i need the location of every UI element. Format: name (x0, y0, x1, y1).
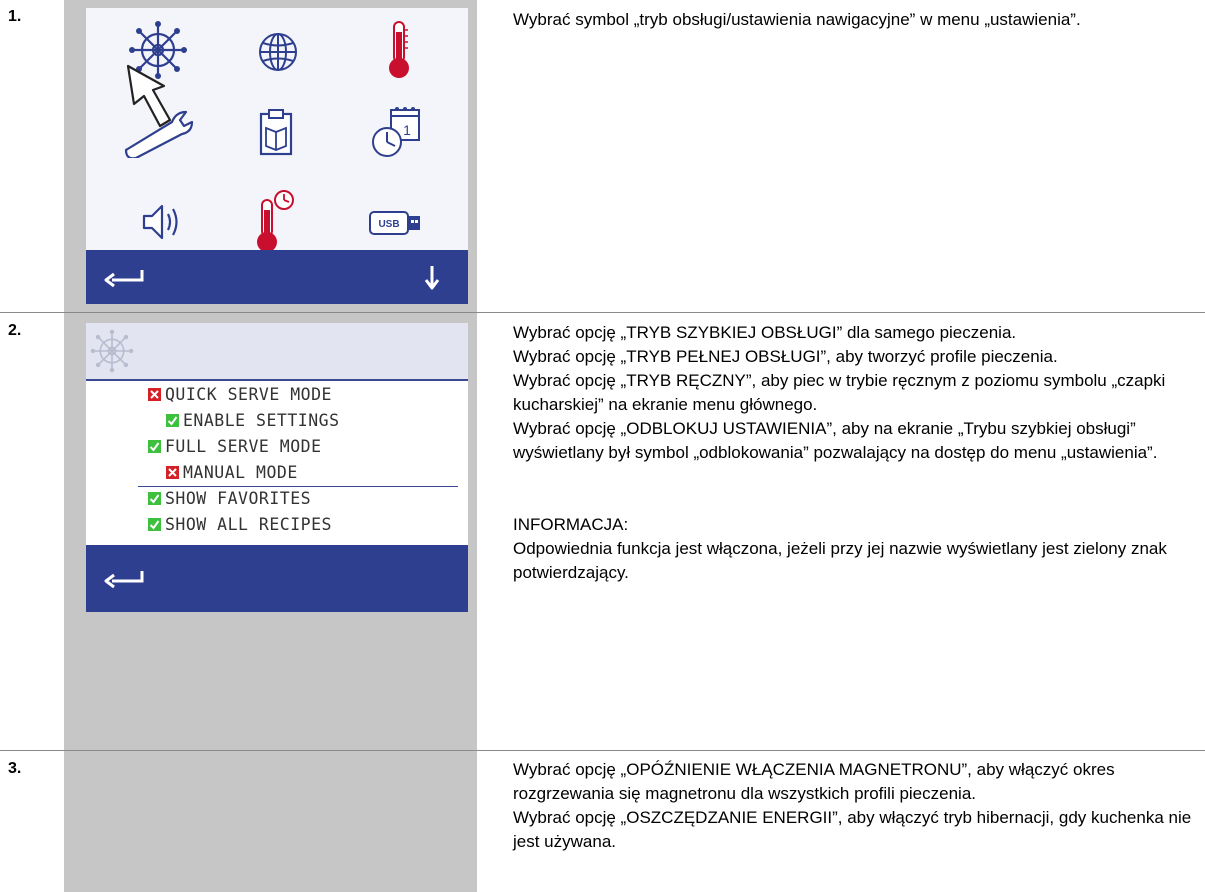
instruction-text: Wybrać opcję „TRYB PEŁNEJ OBSŁUGI”, aby … (513, 347, 1058, 366)
row-divider (0, 750, 1205, 751)
option-label: ENABLE SETTINGS (183, 411, 340, 430)
instruction-text: Wybrać opcję „TRYB SZYBKIEJ OBSŁUGI” dla… (513, 323, 1017, 342)
note-label: INFORMACJA: (513, 515, 629, 534)
usb-label: USB (378, 219, 399, 230)
speaker-icon[interactable] (140, 200, 190, 249)
option-label: MANUAL MODE (183, 463, 298, 482)
step-number: 3. (8, 760, 22, 777)
recipe-book-icon[interactable] (258, 108, 294, 161)
option-manual-mode[interactable]: MANUAL MODE (166, 463, 298, 482)
option-show-favorites[interactable]: SHOW FAVORITES (148, 489, 311, 508)
cross-icon (166, 466, 179, 479)
step3-instructions: Wybrać opcję „OPÓŹNIENIE WŁĄCZENIA MAGNE… (513, 758, 1203, 854)
instruction-text: Wybrać opcję „OSZCZĘDZANIE ENERGII”, aby… (513, 808, 1192, 851)
check-icon (148, 440, 161, 453)
step3-image-panel (64, 751, 477, 892)
option-show-all-recipes[interactable]: SHOW ALL RECIPES (148, 515, 332, 534)
options-divider (138, 486, 458, 487)
option-label: FULL SERVE MODE (165, 437, 322, 456)
screen2-header (86, 323, 468, 381)
row-divider (0, 312, 1205, 313)
thermometer-icon[interactable] (384, 18, 414, 87)
calendar-day: 1 (403, 122, 411, 138)
settings-menu-screen: 1 USB (86, 8, 468, 304)
note-text: Odpowiednia funkcja jest włączona, jeżel… (513, 539, 1167, 582)
globe-icon[interactable] (256, 30, 300, 79)
check-icon (148, 492, 161, 505)
step-number: 1. (8, 8, 22, 25)
option-full-serve-mode[interactable]: FULL SERVE MODE (148, 437, 322, 456)
option-enable-settings[interactable]: ENABLE SETTINGS (166, 411, 340, 430)
step-number: 2. (8, 322, 22, 339)
screen1-bottom-bar (86, 250, 468, 304)
usb-icon[interactable]: USB (368, 210, 424, 241)
cross-icon (148, 388, 161, 401)
option-label: SHOW ALL RECIPES (165, 515, 332, 534)
option-label: SHOW FAVORITES (165, 489, 312, 508)
option-quick-serve-mode[interactable]: QUICK SERVE MODE (148, 385, 332, 404)
instruction-text: Wybrać symbol „tryb obsługi/ustawienia n… (513, 10, 1081, 29)
step1-instructions: Wybrać symbol „tryb obsługi/ustawienia n… (513, 8, 1203, 32)
screen2-bottom-bar (86, 545, 468, 612)
instruction-text: Wybrać opcję „TRYB RĘCZNY”, aby piec w t… (513, 371, 1166, 414)
option-label: QUICK SERVE MODE (165, 385, 332, 404)
check-icon (166, 414, 179, 427)
instruction-text: Wybrać opcję „OPÓŹNIENIE WŁĄCZENIA MAGNE… (513, 760, 1115, 803)
service-mode-screen: QUICK SERVE MODE ENABLE SETTINGS FULL SE… (86, 323, 468, 612)
step2-instructions: Wybrać opcję „TRYB SZYBKIEJ OBSŁUGI” dla… (513, 321, 1203, 585)
instruction-text: Wybrać opcję „ODBLOKUJ USTAWIENIA”, aby … (513, 419, 1158, 462)
down-arrow-icon[interactable] (422, 264, 442, 297)
back-arrow-icon[interactable] (102, 266, 148, 295)
back-arrow-icon[interactable] (102, 567, 148, 596)
wrench-icon[interactable] (120, 108, 200, 163)
service-mode-wheel-icon (90, 329, 134, 378)
check-icon (148, 518, 161, 531)
clock-calendar-icon[interactable]: 1 (369, 104, 425, 165)
